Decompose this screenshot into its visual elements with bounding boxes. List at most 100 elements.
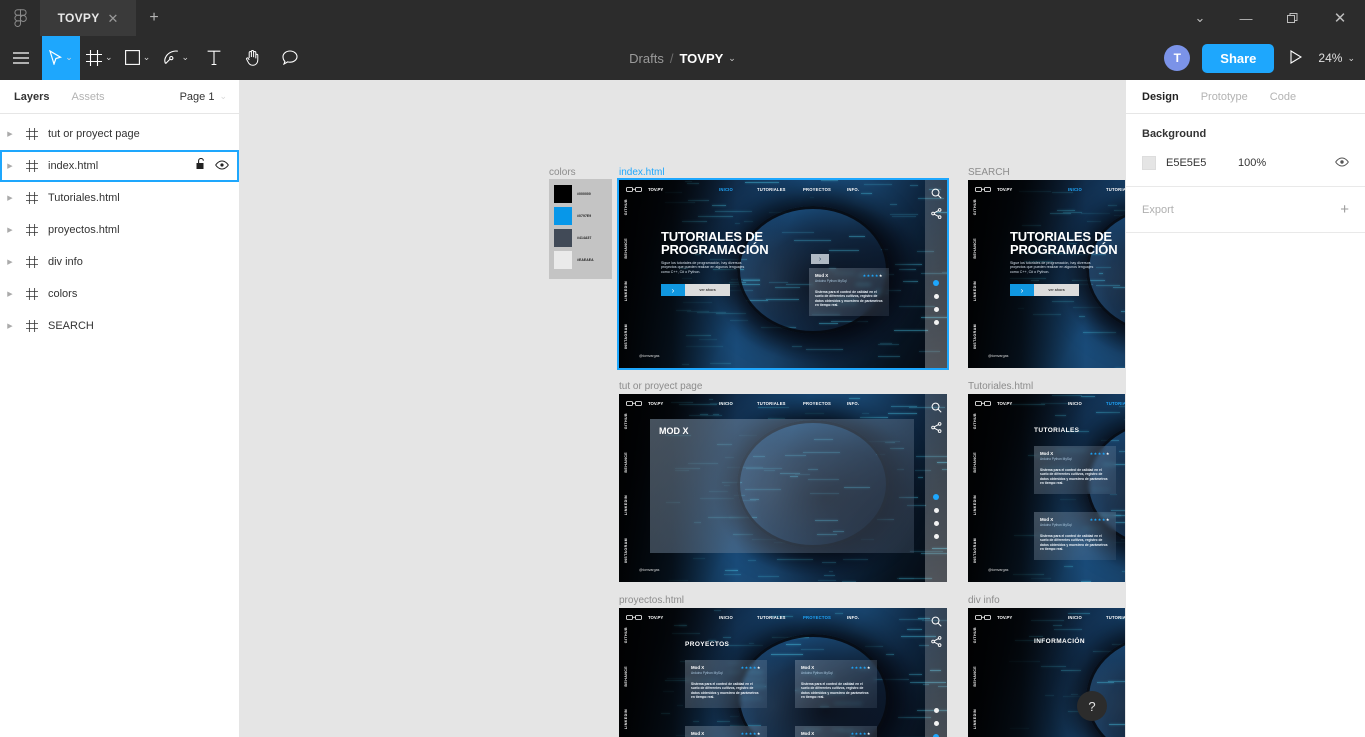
card-star-rating[interactable]: ★★★★★ xyxy=(851,665,871,670)
close-icon[interactable]: ✕ xyxy=(1315,0,1365,36)
chevron-down-icon[interactable]: ⌄ xyxy=(105,52,113,63)
project-card[interactable]: Mod XArduino Python MySqlSistema para el… xyxy=(1034,446,1116,494)
project-card[interactable]: Mod XArduino Python MySqlSistema para el… xyxy=(685,660,767,708)
card-star-rating[interactable]: ★★★★★ xyxy=(741,665,761,670)
frame-label-colors[interactable]: colors xyxy=(549,167,576,178)
social-rail-instagram[interactable]: INSTAGRAM xyxy=(624,538,628,563)
frame-label-proyectos[interactable]: proyectos.html xyxy=(619,595,684,606)
social-rail-github[interactable]: GITHUB xyxy=(624,627,628,643)
card-star-rating[interactable]: ★★★★★ xyxy=(851,731,871,736)
pen-tool-button[interactable]: ⌄ xyxy=(157,36,196,80)
social-rail-behance[interactable]: BEHANCE xyxy=(973,666,977,687)
chevron-right-icon[interactable]: ▶ xyxy=(4,226,16,234)
chevron-down-icon[interactable]: ⌄ xyxy=(182,52,190,63)
tab-layers[interactable]: Layers xyxy=(14,91,49,103)
site-nav-link-inicio[interactable]: INICIO xyxy=(719,615,733,620)
eye-icon[interactable] xyxy=(215,157,229,175)
modx-media-panel[interactable]: MOD X xyxy=(650,419,914,553)
frame-tut-or-proyect-page[interactable]: TOV.PY INICIO TUTORIALES PROYECTOS INFO. GITH… xyxy=(619,394,947,582)
unlock-icon[interactable] xyxy=(196,157,206,175)
project-card[interactable]: Mod XArduino Python MySqlSistema para el… xyxy=(795,726,877,737)
site-nav-link-info[interactable]: INFO. xyxy=(847,615,859,620)
color-swatch-row[interactable]: #0797E9 xyxy=(554,207,607,225)
tab-design[interactable]: Design xyxy=(1142,91,1179,103)
frame-label-index[interactable]: index.html xyxy=(619,167,665,178)
share-icon[interactable] xyxy=(930,208,942,219)
cta-arrow-button[interactable]: › xyxy=(1010,284,1034,297)
colors-swatch-group[interactable]: #000000 #0797E9 #414A57 #EAEAEA xyxy=(549,179,612,279)
layer-row[interactable]: ▶ SEARCH xyxy=(0,310,239,342)
layer-row[interactable]: ▶ tut or proyect page xyxy=(0,118,239,150)
site-nav-link-tutoriales[interactable]: TUTORIALES xyxy=(1106,187,1125,192)
site-nav-link-info[interactable]: INFO. xyxy=(847,401,859,406)
page-selector[interactable]: Page 1 ⌄ xyxy=(180,91,227,103)
move-tool-button[interactable]: ⌄ xyxy=(42,35,80,80)
social-rail-instagram[interactable]: INSTAGRAM xyxy=(624,324,628,349)
card-next-arrow-button[interactable]: › xyxy=(811,254,829,264)
social-rail-behance[interactable]: BEHANCE xyxy=(624,666,628,687)
site-nav-link-inicio[interactable]: INICIO xyxy=(1068,187,1082,192)
frame-search[interactable]: TOV.PYINICIOTUTORIALESPROYECTOSINFO.GITH… xyxy=(968,180,1125,368)
card-star-rating[interactable]: ★★★★★ xyxy=(1090,517,1110,522)
hamburger-menu-icon[interactable] xyxy=(0,36,42,80)
social-rail-github[interactable]: GITHUB xyxy=(624,413,628,429)
color-swatch-row[interactable]: #000000 xyxy=(554,185,607,203)
background-hex-value[interactable]: E5E5E5 xyxy=(1166,157,1238,169)
search-icon[interactable] xyxy=(931,402,942,413)
frame-index-html[interactable]: TOV.PY INICIO TUTORIALES PROYECTOS INFO. GITH… xyxy=(617,178,949,370)
present-play-icon[interactable] xyxy=(1286,49,1306,67)
comment-tool-button[interactable] xyxy=(271,36,309,80)
chevron-right-icon[interactable]: ▶ xyxy=(4,290,16,298)
site-nav-link-tutoriales[interactable]: TUTORIALES xyxy=(1106,615,1125,620)
social-rail-behance[interactable]: BEHANCE xyxy=(624,452,628,473)
social-rail-github[interactable]: GITHUB xyxy=(973,199,977,215)
site-nav-link-info[interactable]: INFO. xyxy=(847,187,859,192)
new-tab-button[interactable]: + xyxy=(136,0,172,36)
carousel-dot[interactable] xyxy=(933,521,939,526)
social-rail-instagram[interactable]: INSTAGRAM xyxy=(973,324,977,349)
search-icon[interactable] xyxy=(931,616,942,627)
text-tool-button[interactable] xyxy=(195,36,233,80)
social-rail-linkedin[interactable]: LINKEDIN xyxy=(973,495,977,515)
carousel-dot[interactable] xyxy=(933,280,939,286)
frame-label-tutoriales[interactable]: Tutoriales.html xyxy=(968,381,1033,392)
layer-row[interactable]: ▶ proyectos.html xyxy=(0,214,239,246)
carousel-dot[interactable] xyxy=(933,320,939,325)
close-icon[interactable]: ✕ xyxy=(108,12,119,25)
eye-icon[interactable] xyxy=(1335,154,1349,172)
layer-row[interactable]: ▶ div info xyxy=(0,246,239,278)
layer-row[interactable]: ▶ colors xyxy=(0,278,239,310)
frame-proyectos-html[interactable]: TOV.PY INICIO TUTORIALES PROYECTOS INFO. GITH… xyxy=(619,608,947,737)
frame-label-tut-or-proyect[interactable]: tut or proyect page xyxy=(619,381,702,392)
social-rail-behance[interactable]: BEHANCE xyxy=(624,238,628,259)
site-nav-link-proyectos[interactable]: PROYECTOS xyxy=(803,401,831,406)
share-icon[interactable] xyxy=(930,636,942,647)
color-swatch[interactable] xyxy=(554,185,572,203)
chevron-right-icon[interactable]: ▶ xyxy=(4,194,16,202)
avatar[interactable]: T xyxy=(1164,45,1191,71)
color-swatch-row[interactable]: #EAEAEA xyxy=(554,251,607,269)
chevron-right-icon[interactable]: ▶ xyxy=(4,162,16,170)
chevron-down-icon[interactable]: ⌄ xyxy=(65,52,73,63)
chevron-down-icon[interactable]: ⌄ xyxy=(1177,0,1223,36)
layer-row[interactable]: ▶ index.html xyxy=(0,150,239,182)
social-rail-github[interactable]: GITHUB xyxy=(973,627,977,643)
carousel-dot[interactable] xyxy=(933,721,939,726)
project-card[interactable]: Mod XArduino Python MySqlSistema para el… xyxy=(795,660,877,708)
share-button[interactable]: Share xyxy=(1202,43,1275,73)
background-color-swatch[interactable] xyxy=(1142,156,1156,170)
social-rail-linkedin[interactable]: LINKEDIN xyxy=(624,495,628,515)
social-rail-github[interactable]: GITHUB xyxy=(973,413,977,429)
maximize-icon[interactable] xyxy=(1269,0,1315,36)
cta-ver-ahora-button[interactable]: ver ahora xyxy=(1034,284,1079,297)
social-rail-behance[interactable]: BEHANCE xyxy=(973,452,977,473)
site-nav-link-tutoriales[interactable]: TUTORIALES xyxy=(1106,401,1125,406)
carousel-dot[interactable] xyxy=(933,708,939,713)
site-nav-link-inicio[interactable]: INICIO xyxy=(719,401,733,406)
cta-ver-ahora-button[interactable]: ver ahora xyxy=(685,284,730,297)
site-nav-link-tutoriales[interactable]: TUTORIALES xyxy=(757,401,786,406)
color-swatch[interactable] xyxy=(554,229,572,247)
card-star-rating[interactable]: ★★★★★ xyxy=(1090,451,1110,456)
project-card[interactable]: Mod XArduino Python MySqlSistema para el… xyxy=(685,726,767,737)
chevron-right-icon[interactable]: ▶ xyxy=(4,322,16,330)
